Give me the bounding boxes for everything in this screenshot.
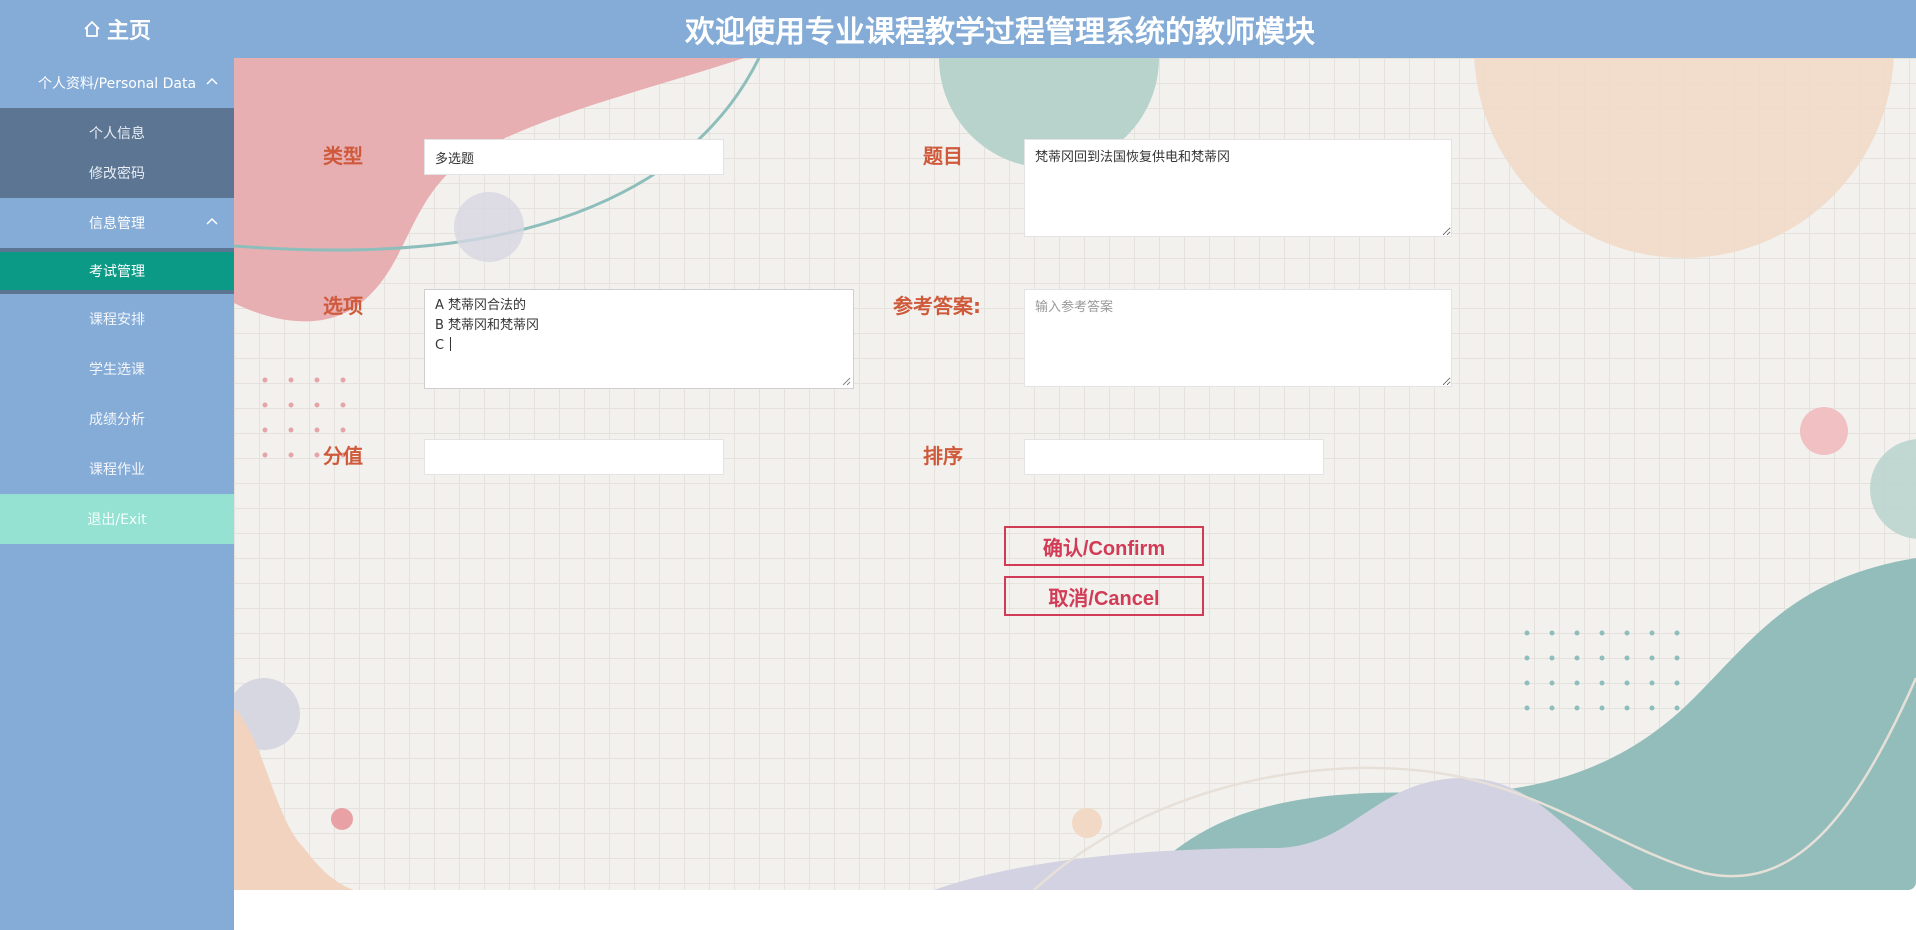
- text-cursor: [450, 337, 452, 351]
- sidebar-item-course-selection[interactable]: 学生选课: [0, 344, 234, 394]
- chevron-up-icon: [206, 217, 218, 225]
- sort-input[interactable]: [1024, 439, 1324, 475]
- sidebar-group-info-management[interactable]: 信息管理: [0, 198, 234, 248]
- answer-textarea[interactable]: [1024, 289, 1452, 387]
- options-label: 选项: [323, 294, 363, 318]
- sidebar-group-personal-data[interactable]: 个人资料/Personal Data: [0, 58, 234, 108]
- home-icon: [84, 21, 100, 37]
- options-textarea[interactable]: A 梵蒂冈合法的 B 梵蒂冈和梵蒂冈 C: [424, 289, 854, 389]
- top-header: 主页 欢迎使用专业课程教学过程管理系统的教师模块: [0, 0, 1916, 58]
- options-line: B 梵蒂冈和梵蒂冈: [435, 318, 540, 333]
- question-label: 题目: [923, 144, 963, 168]
- score-input[interactable]: [424, 439, 724, 475]
- answer-label: 参考答案:: [893, 294, 981, 318]
- sidebar-exit-button[interactable]: 退出/Exit: [0, 494, 234, 544]
- sort-label: 排序: [923, 444, 963, 468]
- sidebar-item-change-password[interactable]: 修改密码: [0, 153, 234, 193]
- sidebar-subgroup-info: 考试管理: [0, 248, 234, 294]
- sidebar-item-course-schedule[interactable]: 课程安排: [0, 294, 234, 344]
- sidebar-group-label: 信息管理: [89, 216, 145, 232]
- options-line: A 梵蒂冈合法的: [435, 298, 527, 313]
- sidebar-subgroup-personal: 个人信息 修改密码: [0, 108, 234, 198]
- main-panel: 类型 题目 梵蒂冈回到法国恢复供电和梵蒂冈 选项 A 梵蒂冈合法的 B 梵蒂冈和…: [234, 58, 1916, 890]
- type-label: 类型: [323, 144, 363, 168]
- home-link[interactable]: 主页: [0, 0, 234, 58]
- sidebar: 个人资料/Personal Data 个人信息 修改密码 信息管理 考试管理 课…: [0, 58, 234, 930]
- options-line-current: C: [435, 336, 843, 356]
- chevron-up-icon: [206, 77, 218, 85]
- sidebar-item-course-homework[interactable]: 课程作业: [0, 444, 234, 494]
- home-label: 主页: [106, 19, 151, 44]
- sidebar-item-grade-analysis[interactable]: 成绩分析: [0, 394, 234, 444]
- options-line: C: [435, 338, 449, 353]
- sidebar-item-exam-management[interactable]: 考试管理: [0, 252, 234, 290]
- confirm-button[interactable]: 确认/Confirm: [1004, 526, 1204, 566]
- system-title: 欢迎使用专业课程教学过程管理系统的教师模块: [685, 15, 1315, 50]
- score-label: 分值: [323, 444, 363, 468]
- type-input[interactable]: [424, 139, 724, 175]
- question-textarea[interactable]: 梵蒂冈回到法国恢复供电和梵蒂冈: [1024, 139, 1452, 237]
- resize-handle-icon[interactable]: [842, 377, 851, 386]
- cancel-button[interactable]: 取消/Cancel: [1004, 576, 1204, 616]
- sidebar-item-personal-info[interactable]: 个人信息: [0, 113, 234, 153]
- sidebar-group-label: 个人资料/Personal Data: [37, 76, 197, 92]
